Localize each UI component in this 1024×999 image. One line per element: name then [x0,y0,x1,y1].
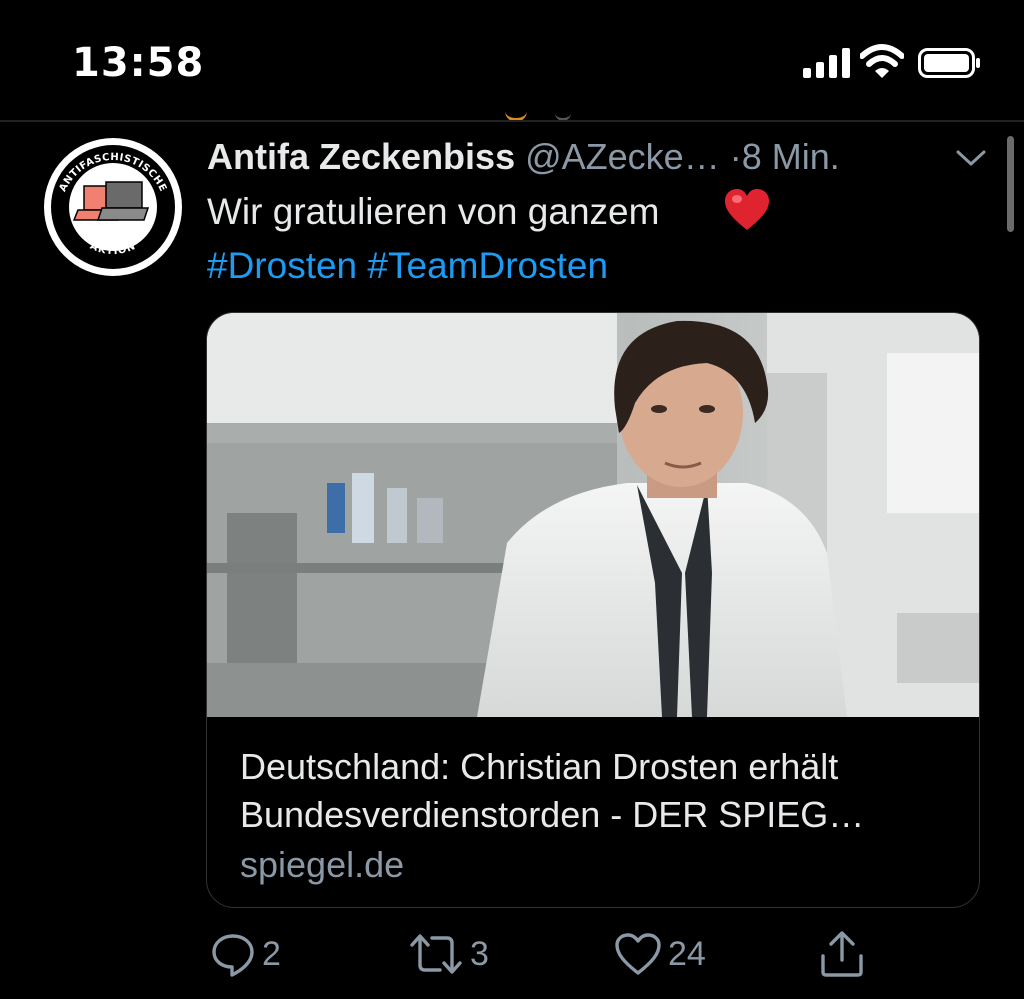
link-preview-card[interactable]: Deutschland: Christian Drosten erhält Bu… [206,312,980,908]
retweet-icon [410,934,462,974]
share-icon [821,931,863,977]
cellular-signal-icon [803,48,851,78]
status-time: 13:58 [72,40,205,86]
tweet-body-text: Wir gratulieren von ganzem [207,191,660,232]
scrollbar[interactable] [1007,136,1014,232]
author-name[interactable]: Antifa Zeckenbiss [207,136,515,177]
hashtag-link[interactable]: #Drosten [207,245,357,286]
heart-icon [615,933,661,975]
status-bar: 13:58 [0,0,1024,120]
hashtags: #Drosten #TeamDrosten [207,240,608,292]
retweet-count: 3 [470,934,489,973]
chevron-down-icon[interactable] [954,146,988,170]
avatar[interactable]: ANTIFASCHISTISCHE AKTION [44,138,182,276]
tweet-timestamp[interactable]: 8 Min. [742,136,840,177]
wifi-icon [860,44,904,78]
like-count: 24 [668,934,706,973]
article-photo [207,313,979,717]
tweet-action-bar: 2 3 24 [0,924,1024,984]
author-handle[interactable]: @AZecke… [525,136,720,177]
reply-button[interactable]: 2 [210,924,281,984]
antifa-logo-icon: ANTIFASCHISTISCHE AKTION [46,140,180,274]
header-divider [0,120,1024,122]
card-domain: spiegel.de [240,844,405,885]
battery-icon [918,48,980,78]
like-button[interactable]: 24 [614,924,706,984]
share-button[interactable] [818,924,866,984]
red-heart-emoji-icon [725,189,769,230]
header-separator: · [729,136,742,177]
reply-icon [212,934,254,977]
tweet-header: Antifa Zeckenbiss @AZecke… ·8 Min. [207,134,840,180]
card-title: Deutschland: Christian Drosten erhält Bu… [240,746,865,835]
retweet-button[interactable]: 3 [408,924,489,984]
hashtag-link[interactable]: #TeamDrosten [367,245,608,286]
tweet-text: Wir gratulieren von ganzem [207,186,659,238]
reply-count: 2 [262,934,281,973]
